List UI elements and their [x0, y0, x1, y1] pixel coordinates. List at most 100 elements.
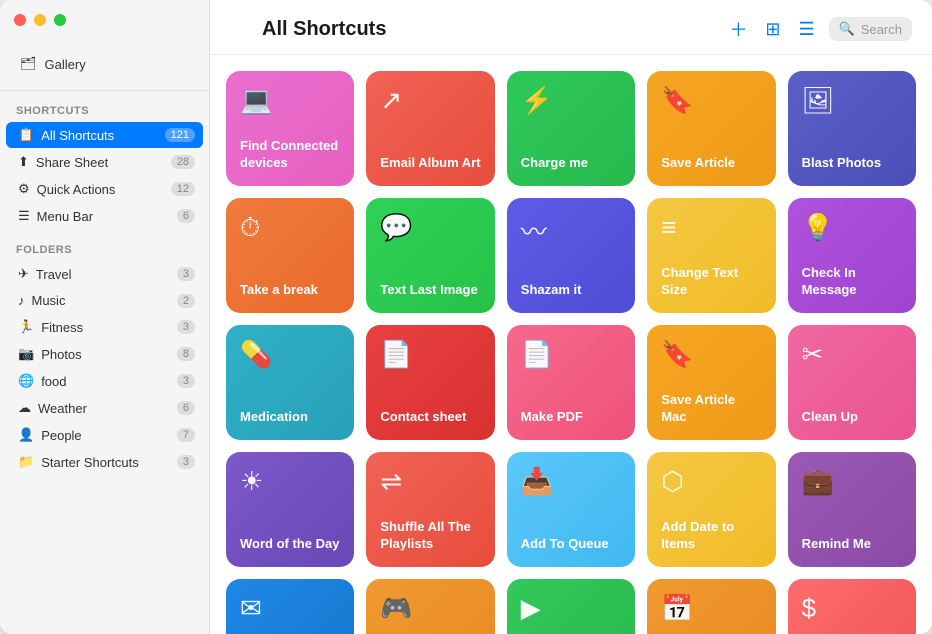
close-button[interactable]: [14, 14, 26, 26]
folder-icon: 👤: [18, 427, 34, 443]
gallery-label: Gallery: [45, 57, 86, 72]
shortcut-card-sort-lines[interactable]: ▶ Sort Lines: [507, 579, 635, 634]
shortcut-card-text-last-image[interactable]: 💬 Text Last Image: [366, 198, 494, 313]
shortcut-card-charge-me[interactable]: ⚡ Charge me: [507, 71, 635, 186]
shortcut-card-shazam-it[interactable]: 〰 Shazam it: [507, 198, 635, 313]
sidebar-item-people[interactable]: 👤 People 7: [6, 422, 203, 448]
folder-item-content: ✈ Travel: [18, 266, 72, 282]
sidebar-item-share-sheet[interactable]: ⬆ Share Sheet 28: [6, 149, 203, 175]
shortcut-card-add-to-queue[interactable]: 📥 Add To Queue: [507, 452, 635, 567]
sidebar-item-travel[interactable]: ✈ Travel 3: [6, 261, 203, 287]
shortcut-card-email-myself[interactable]: ✉ Email Myself: [226, 579, 354, 634]
folder-badge: 8: [177, 347, 195, 361]
shortcut-icon-charge-me: ⚡: [521, 85, 621, 116]
item-label: Menu Bar: [37, 209, 93, 224]
folders-section-label: Folders: [0, 238, 209, 260]
shortcut-icon-word-of-day: ☀: [240, 466, 340, 497]
shortcut-card-shuffle-playlists[interactable]: ⇌ Shuffle All The Playlists: [366, 452, 494, 567]
search-icon: 🔍: [839, 21, 855, 37]
folder-label: Photos: [41, 347, 81, 362]
folder-item-content: 🏃 Fitness: [18, 319, 83, 335]
sidebar-item-weather[interactable]: ☁ Weather 6: [6, 395, 203, 421]
shortcut-card-add-date-items[interactable]: ⬡ Add Date to Items: [647, 452, 775, 567]
shortcut-card-find-connected[interactable]: 💻 Find Connected devices: [226, 71, 354, 186]
maximize-button[interactable]: [54, 14, 66, 26]
shortcut-label-make-pdf: Make PDF: [521, 409, 621, 426]
add-button[interactable]: ＋: [725, 14, 751, 44]
shortcut-icon-contact-sheet: 📄: [380, 339, 480, 370]
shortcut-icon-remind-me: 💼: [802, 466, 902, 497]
folder-label: Fitness: [41, 320, 83, 335]
folder-label: Starter Shortcuts: [41, 455, 139, 470]
shortcut-icon-shazam-it: 〰: [521, 212, 621, 249]
folder-badge: 6: [177, 401, 195, 415]
sidebar-item-content: ⚙ Quick Actions: [18, 181, 115, 197]
sidebar-item-menu-bar[interactable]: ☰ Menu Bar 6: [6, 203, 203, 229]
item-icon: 📋: [18, 127, 34, 143]
shortcut-icon-add-to-queue: 📥: [521, 466, 621, 497]
folder-label: Travel: [36, 267, 72, 282]
shortcut-icon-check-in-message: 💡: [802, 212, 902, 243]
sidebar-item-fitness[interactable]: 🏃 Fitness 3: [6, 314, 203, 340]
sidebar-item-food[interactable]: 🌐 food 3: [6, 368, 203, 394]
shortcut-card-take-break[interactable]: ⏱ Take a break: [226, 198, 354, 313]
shortcuts-nav: 📋 All Shortcuts 121 ⬆ Share Sheet 28 ⚙ Q…: [0, 121, 209, 230]
item-badge: 12: [171, 182, 195, 196]
shortcut-card-medication[interactable]: 💊 Medication: [226, 325, 354, 440]
list-view-button[interactable]: ☰: [794, 17, 818, 42]
folder-icon: 📁: [18, 454, 34, 470]
shortcut-card-gas-street[interactable]: 🎮 Gas On This Street: [366, 579, 494, 634]
main-content: All Shortcuts ＋ ⊞ ☰ 🔍 Search 💻 Find Conn…: [210, 0, 932, 634]
folder-item-content: 👤 People: [18, 427, 82, 443]
item-badge: 6: [177, 209, 195, 223]
shortcut-icon-calculate-tip: $: [802, 593, 902, 624]
shortcut-card-save-article-mac[interactable]: 🔖 Save Article Mac: [647, 325, 775, 440]
shortcut-card-word-of-day[interactable]: ☀ Word of the Day: [226, 452, 354, 567]
shortcut-card-check-in-message[interactable]: 💡 Check In Message: [788, 198, 916, 313]
sidebar-item-gallery[interactable]: 🗂 Gallery: [12, 50, 197, 78]
shortcuts-grid: 💻 Find Connected devices ↗ Email Album A…: [226, 71, 916, 634]
shortcut-icon-email-myself: ✉: [240, 593, 340, 624]
sidebar-item-content: ⬆ Share Sheet: [18, 154, 108, 170]
shortcut-label-email-album: Email Album Art: [380, 155, 480, 172]
shortcut-card-clean-up[interactable]: ✂ Clean Up: [788, 325, 916, 440]
shortcuts-section-label: Shortcuts: [0, 99, 209, 121]
sidebar-item-starter[interactable]: 📁 Starter Shortcuts 3: [6, 449, 203, 475]
shortcut-label-medication: Medication: [240, 409, 340, 426]
shortcut-card-email-album[interactable]: ↗ Email Album Art: [366, 71, 494, 186]
shortcut-card-blast-photos[interactable]: 🖼 Blast Photos: [788, 71, 916, 186]
sidebar-item-all-shortcuts[interactable]: 📋 All Shortcuts 121: [6, 122, 203, 148]
shortcut-card-contact-sheet[interactable]: 📄 Contact sheet: [366, 325, 494, 440]
folder-icon: 🌐: [18, 373, 34, 389]
folder-badge: 2: [177, 294, 195, 308]
search-box[interactable]: 🔍 Search: [829, 17, 912, 41]
shortcut-card-remind-me[interactable]: 💼 Remind Me: [788, 452, 916, 567]
shortcut-card-how-many-days[interactable]: 📅 How Many Days Until: [647, 579, 775, 634]
shortcut-icon-email-album: ↗: [380, 85, 480, 116]
shortcuts-grid-container: 💻 Find Connected devices ↗ Email Album A…: [210, 55, 932, 634]
shortcut-icon-gas-street: 🎮: [380, 593, 480, 624]
shortcut-label-save-article: Save Article: [661, 155, 761, 172]
folder-item-content: 📷 Photos: [18, 346, 82, 362]
folder-icon: ✈: [18, 266, 29, 282]
sidebar-item-music[interactable]: ♪ Music 2: [6, 288, 203, 313]
shortcut-label-change-text-size: Change Text Size: [661, 265, 761, 299]
sidebar-item-content: 📋 All Shortcuts: [18, 127, 114, 143]
item-badge: 121: [165, 128, 195, 142]
shortcut-icon-make-pdf: 📄: [521, 339, 621, 370]
header: All Shortcuts ＋ ⊞ ☰ 🔍 Search: [210, 0, 932, 55]
grid-view-button[interactable]: ⊞: [761, 17, 784, 42]
folder-label: Weather: [38, 401, 87, 416]
sidebar-item-photos[interactable]: 📷 Photos 8: [6, 341, 203, 367]
shortcut-card-change-text-size[interactable]: ≡ Change Text Size: [647, 198, 775, 313]
minimize-button[interactable]: [34, 14, 46, 26]
shortcut-card-make-pdf[interactable]: 📄 Make PDF: [507, 325, 635, 440]
sidebar-item-quick-actions[interactable]: ⚙ Quick Actions 12: [6, 176, 203, 202]
shortcut-card-save-article[interactable]: 🔖 Save Article: [647, 71, 775, 186]
folder-badge: 3: [177, 374, 195, 388]
shortcut-label-text-last-image: Text Last Image: [380, 282, 480, 299]
folder-badge: 3: [177, 267, 195, 281]
shortcut-card-calculate-tip[interactable]: $ Calculate Tip: [788, 579, 916, 634]
folder-badge: 3: [177, 320, 195, 334]
shortcut-label-take-break: Take a break: [240, 282, 340, 299]
